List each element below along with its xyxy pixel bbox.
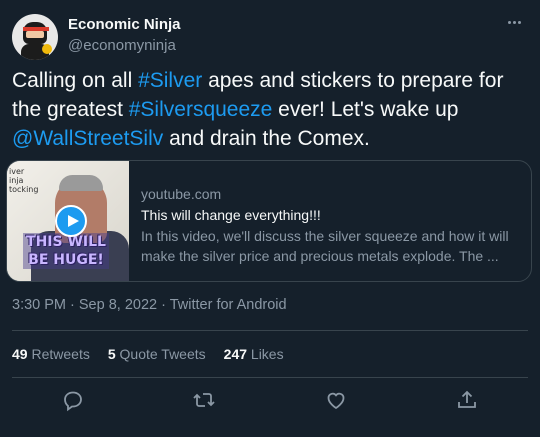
reply-icon[interactable]: [61, 388, 85, 412]
play-icon[interactable]: [55, 205, 87, 237]
tweet-text-segment: Calling on all: [12, 69, 139, 92]
tweet-text-segment: and drain the Comex.: [163, 127, 370, 150]
tweet-link[interactable]: #Silver: [138, 69, 202, 92]
tweet-link[interactable]: @WallStreetSilv: [12, 127, 163, 150]
likes-stat[interactable]: 247 Likes: [224, 346, 284, 362]
author-handle[interactable]: @economyninja: [68, 37, 176, 54]
like-icon[interactable]: [324, 388, 348, 412]
share-icon[interactable]: [455, 388, 479, 412]
author-avatar[interactable]: [12, 14, 58, 60]
card-body: youtube.com This will change everything!…: [141, 185, 521, 266]
divider: [12, 377, 528, 378]
author-name[interactable]: Economic Ninja: [68, 16, 181, 33]
tweet-text-segment: ever! Let's wake up: [272, 98, 459, 121]
whiteboard-text: iver inja tocking: [9, 167, 39, 194]
card-title: This will change everything!!!: [141, 207, 321, 223]
quote-tweets-stat[interactable]: 5 Quote Tweets: [108, 346, 206, 362]
thumbnail-caption: THIS WILL BE HUGE!: [23, 233, 109, 269]
divider: [12, 330, 528, 331]
card-description: In this video, we'll discuss the silver …: [141, 228, 509, 264]
card-domain: youtube.com: [141, 186, 222, 202]
video-thumbnail[interactable]: iver inja tocking THIS WILL BE HUGE!: [7, 161, 129, 281]
tweet-timestamp[interactable]: 3:30 PM · Sep 8, 2022 · Twitter for Andr…: [12, 297, 287, 313]
engagement-stats: 49 Retweets 5 Quote Tweets 247 Likes: [12, 346, 284, 362]
tweet-header: Economic Ninja @economyninja: [12, 12, 528, 60]
action-bar: [0, 388, 540, 414]
tweet-text: Calling on all #Silver apes and stickers…: [12, 66, 528, 153]
retweet-icon[interactable]: [192, 388, 216, 412]
link-preview-card[interactable]: iver inja tocking THIS WILL BE HUGE! you…: [6, 160, 532, 282]
more-options-icon[interactable]: [502, 12, 526, 32]
tweet-link[interactable]: #Silversqueeze: [129, 98, 273, 121]
retweets-stat[interactable]: 49 Retweets: [12, 346, 90, 362]
